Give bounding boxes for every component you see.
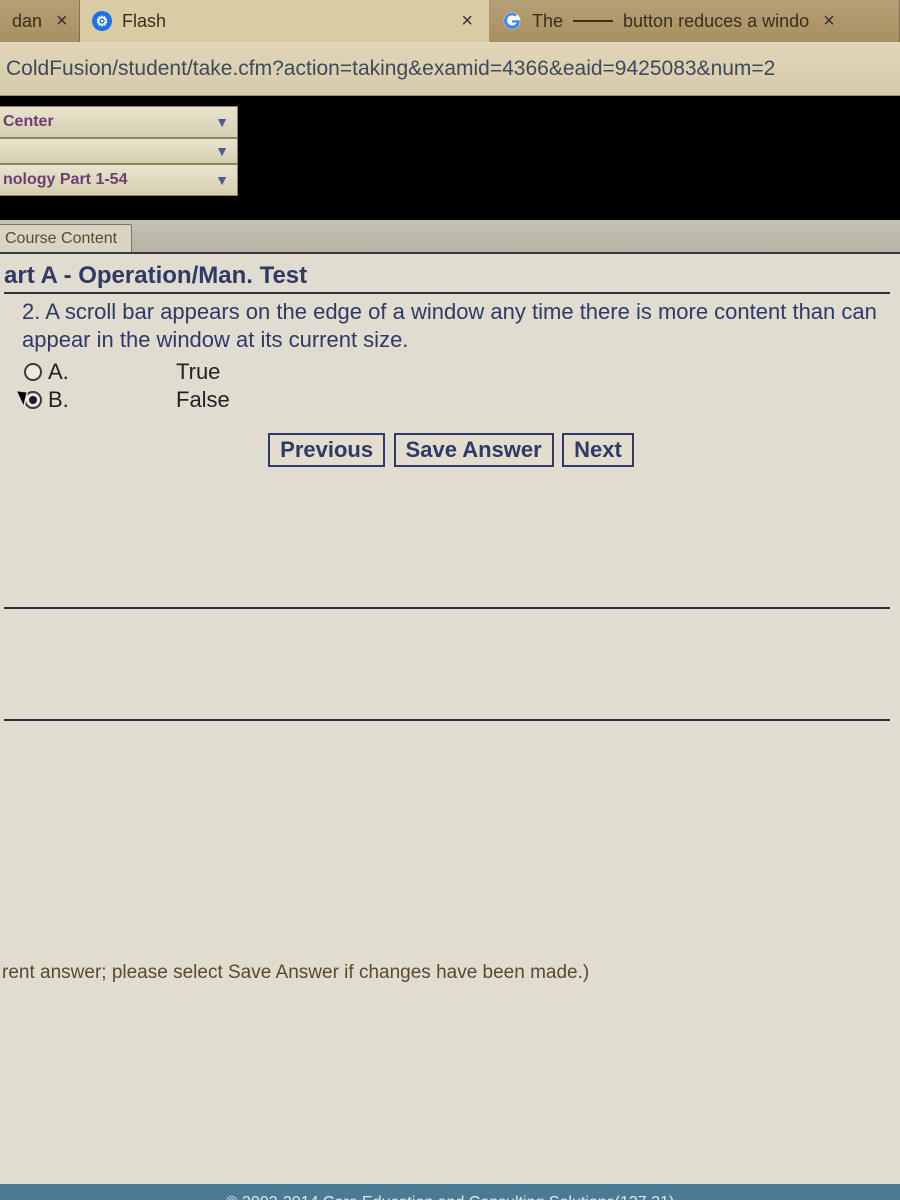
question-block: 2. A scroll bar appears on the edge of a… xyxy=(4,292,890,527)
dropdown-label: Center xyxy=(3,113,54,131)
browser-tab-1[interactable]: dan × xyxy=(0,0,80,42)
divider xyxy=(4,607,890,609)
test-title: art A - Operation/Man. Test xyxy=(4,262,890,290)
chevron-down-icon: ▼ xyxy=(215,114,229,130)
dropdown-part[interactable]: nology Part 1-54 ▼ xyxy=(0,164,238,196)
address-bar[interactable]: ColdFusion/student/take.cfm?action=takin… xyxy=(0,42,900,96)
option-text: True xyxy=(176,359,220,385)
option-b[interactable]: B. False xyxy=(24,387,880,413)
exam-content: art A - Operation/Man. Test 2. A scroll … xyxy=(0,254,900,954)
option-letter: A. xyxy=(48,359,69,385)
answer-options: A. True B. False xyxy=(24,359,880,413)
close-icon[interactable]: × xyxy=(457,10,477,33)
footer: © 2002-2014 Core Education and Consultin… xyxy=(0,1184,900,1200)
dropdown-center[interactable]: Center ▼ xyxy=(0,106,238,138)
copyright-text: © 2002-2014 Core Education and Consultin… xyxy=(226,1194,675,1200)
save-answer-button[interactable]: Save Answer xyxy=(394,433,554,467)
tab-course-content[interactable]: Course Content xyxy=(0,224,132,252)
next-button[interactable]: Next xyxy=(562,433,634,467)
browser-tab-2[interactable]: ⚙ Flash × xyxy=(80,0,490,42)
browser-tab-3[interactable]: The button reduces a windo × xyxy=(490,0,900,42)
flash-favicon-icon: ⚙ xyxy=(92,11,112,31)
close-icon[interactable]: × xyxy=(52,10,72,33)
question-number: 2. xyxy=(22,299,40,324)
question-body: A scroll bar appears on the edge of a wi… xyxy=(22,299,877,352)
browser-tab-strip: dan × ⚙ Flash × The button reduces a win… xyxy=(0,0,900,42)
content-tabs: Course Content xyxy=(0,220,900,254)
close-icon[interactable]: × xyxy=(819,10,839,33)
tab-blank xyxy=(573,20,613,22)
tab-label: Flash xyxy=(122,11,166,32)
chevron-down-icon: ▼ xyxy=(215,143,229,159)
dropdown-label: nology Part 1-54 xyxy=(3,171,127,189)
dropdown-empty[interactable]: ▼ xyxy=(0,138,238,164)
cursor-icon xyxy=(17,388,31,405)
google-favicon-icon xyxy=(502,11,522,31)
divider xyxy=(4,719,890,721)
tab-label-suffix: button reduces a windo xyxy=(623,11,809,32)
chevron-down-icon: ▼ xyxy=(215,172,229,188)
option-text: False xyxy=(176,387,230,413)
hint-text: rent answer; please select Save Answer i… xyxy=(0,954,900,1184)
question-text: 2. A scroll bar appears on the edge of a… xyxy=(22,298,880,353)
nav-panel: Center ▼ ▼ nology Part 1-54 ▼ xyxy=(0,96,900,220)
radio-icon[interactable] xyxy=(24,363,42,381)
previous-button[interactable]: Previous xyxy=(268,433,385,467)
tab-label: dan xyxy=(12,11,42,32)
tab-label: Course Content xyxy=(5,230,117,247)
tab-label-prefix: The xyxy=(532,11,563,32)
url-text: ColdFusion/student/take.cfm?action=takin… xyxy=(6,57,775,81)
nav-buttons: Previous Save Answer Next xyxy=(22,433,880,467)
option-a[interactable]: A. True xyxy=(24,359,880,385)
option-letter: B. xyxy=(48,387,69,413)
